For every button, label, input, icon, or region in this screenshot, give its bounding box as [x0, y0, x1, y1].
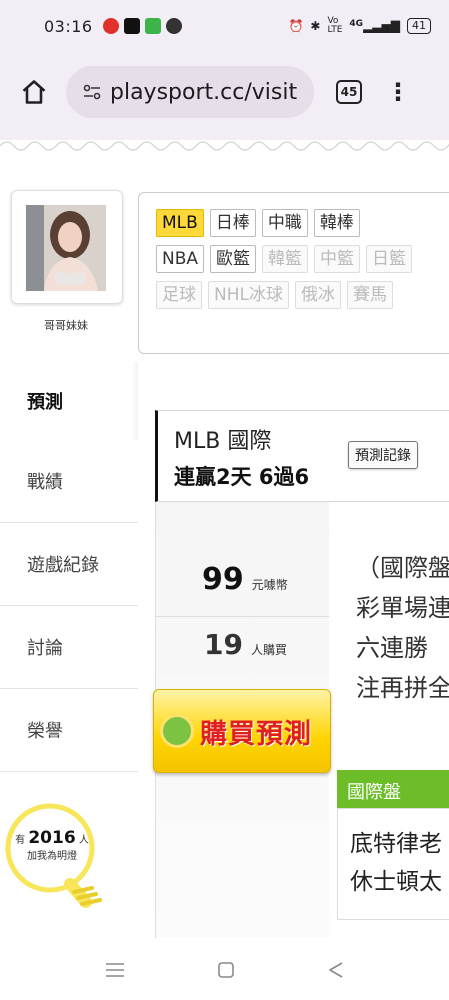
prediction-description: （國際盤 彩單場連 六連勝 注再拼全: [356, 548, 449, 708]
league-chips: MLB 日棒 中職 韓棒 NBA 歐籃 韓籃 中籃 日籃 足球 NHL冰球 俄冰…: [156, 209, 449, 317]
prediction-record-button[interactable]: 預測記錄: [348, 441, 418, 469]
league-chip: NHL冰球: [208, 281, 289, 309]
prediction-streak: 連贏2天 6過6: [174, 465, 310, 489]
lamp-count: 2016: [28, 828, 76, 848]
sidebar-item-predictions[interactable]: 預測: [0, 362, 138, 440]
prediction-league: MLB 國際: [174, 429, 272, 454]
pick-teams: 底特律老 休士頓太: [337, 808, 449, 920]
status-bar: 03:16 ⏰ ✱ Vo LTE 4G▂▃▅▇ 41: [0, 0, 449, 52]
league-chip[interactable]: MLB: [156, 209, 204, 237]
league-chip[interactable]: 歐籃: [210, 245, 257, 273]
coin-icon: [160, 714, 194, 748]
league-chip: 中籃: [314, 245, 361, 273]
tab-switcher-button[interactable]: 45: [336, 80, 362, 104]
league-row-3: 足球 NHL冰球 俄冰 賽馬: [156, 281, 449, 309]
buyer-count: 19 人購買: [204, 628, 287, 661]
battery-indicator: 41: [407, 18, 431, 34]
home-nav-button[interactable]: [216, 960, 236, 980]
square-icon: [217, 962, 234, 978]
league-chip[interactable]: NBA: [156, 245, 205, 273]
lamp-text: 有 2016 人 加我為明燈: [4, 830, 100, 865]
alarm-icon: ⏰: [288, 19, 304, 33]
league-chip[interactable]: 韓棒: [313, 209, 360, 237]
price-unit: 元噱幣: [251, 578, 288, 592]
sidebar-item-honors[interactable]: 榮譽: [0, 689, 138, 772]
pick-category-tag: 國際盤: [337, 770, 449, 808]
league-row-1: MLB 日棒 中職 韓棒: [156, 209, 449, 237]
notification-icons: [102, 18, 182, 34]
lamp-suffix: 人: [78, 835, 89, 846]
buyer-count-value: 19: [204, 628, 243, 661]
username: 哥哥妹妹: [44, 319, 88, 332]
app-icon: [144, 18, 161, 34]
bluetooth-icon: ✱: [310, 19, 321, 33]
avatar-card[interactable]: [11, 190, 123, 304]
league-chip: 賽馬: [346, 281, 393, 309]
signal-icon: 4G▂▃▅▇: [349, 19, 400, 33]
status-right: ⏰ ✱ Vo LTE 4G▂▃▅▇ 41: [288, 17, 431, 35]
team-line: 休士頓太: [350, 869, 442, 895]
menu-icon: [105, 963, 124, 977]
back-button[interactable]: [326, 960, 346, 980]
team-line: 底特律老: [350, 831, 442, 857]
price-column: 99 元噱幣 19 人購買 購買預測: [153, 502, 331, 938]
follow-lamp-button[interactable]: 有 2016 人 加我為明燈: [4, 802, 114, 922]
league-chip: 足球: [156, 281, 202, 309]
league-chip[interactable]: 日棒: [209, 209, 256, 237]
status-time: 03:16: [44, 16, 93, 36]
back-triangle-icon: [328, 962, 342, 978]
address-bar[interactable]: playsport.cc/visit: [66, 66, 314, 118]
lamp-caption: 加我為明燈: [27, 851, 77, 862]
description-line: 注再拼全: [356, 674, 449, 702]
sidebar-nav: 預測 戰績 遊戲紀錄 討論 榮譽: [0, 362, 138, 772]
url-text: playsport.cc/visit: [110, 79, 298, 105]
league-chip: 韓籃: [262, 245, 309, 273]
site-settings-icon[interactable]: [82, 82, 102, 102]
buyer-count-unit: 人購買: [250, 643, 287, 657]
browser-toolbar: playsport.cc/visit 45 ⋮: [0, 52, 449, 132]
sidebar-item-discussion[interactable]: 討論: [0, 606, 138, 689]
description-line: 彩單場連: [356, 594, 449, 622]
description-line: （國際盤: [356, 554, 449, 582]
line-icon: [165, 18, 182, 34]
sidebar-item-record[interactable]: 戰績: [0, 440, 138, 523]
price: 99 元噱幣: [202, 562, 288, 597]
divider: [156, 616, 329, 617]
prediction-header: MLB 國際 連贏2天 6過6 預測記錄: [155, 410, 449, 502]
network-type: 4G: [349, 19, 364, 29]
league-row-2: NBA 歐籃 韓籃 中籃 日籃: [156, 245, 449, 273]
buy-prediction-label: 購買預測: [200, 718, 312, 750]
decorative-wave-divider: [0, 132, 449, 162]
recent-apps-button[interactable]: [104, 961, 126, 979]
home-icon: [22, 80, 46, 104]
volte-icon: Vo LTE: [327, 16, 343, 35]
system-navigation-bar: [0, 940, 449, 1000]
description-line: 六連勝: [356, 634, 428, 662]
league-selector: MLB 日棒 中職 韓棒 NBA 歐籃 韓籃 中籃 日籃 足球 NHL冰球 俄冰…: [138, 192, 449, 354]
avatar: [26, 205, 106, 291]
league-chip[interactable]: 中職: [261, 209, 308, 237]
lamp-prefix: 有: [15, 835, 26, 846]
buy-prediction-button[interactable]: 購買預測: [153, 689, 331, 773]
home-button[interactable]: [16, 74, 52, 110]
youtube-icon: [123, 18, 140, 34]
league-chip: 日籃: [366, 245, 413, 273]
notification-icon: [102, 18, 119, 34]
more-menu-icon[interactable]: ⋮: [386, 80, 410, 104]
sidebar-item-game-history[interactable]: 遊戲紀錄: [0, 523, 138, 606]
league-chip: 俄冰: [294, 281, 341, 309]
price-value: 99: [202, 562, 244, 597]
profile-sidebar: 哥哥妹妹 預測 戰績 遊戲紀錄 討論 榮譽 有 2016 人 加我為明燈: [0, 162, 138, 940]
